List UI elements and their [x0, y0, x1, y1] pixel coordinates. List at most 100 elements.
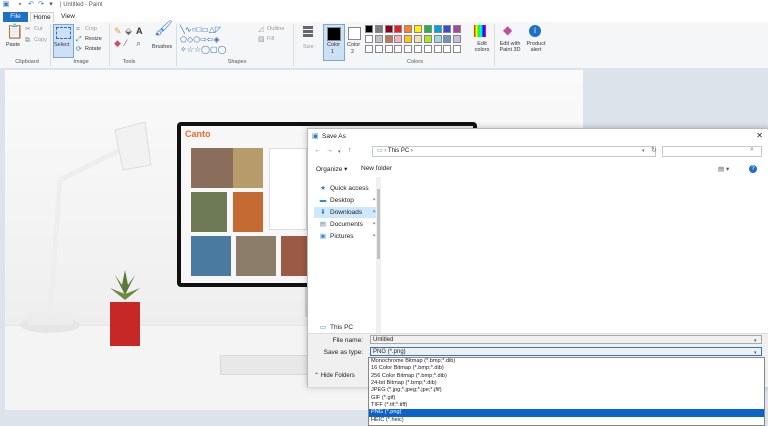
color-swatch[interactable]: [374, 25, 383, 33]
copy-button[interactable]: Copy: [34, 37, 47, 43]
crop-icon[interactable]: ⌗: [76, 25, 80, 35]
resize-button[interactable]: Resize: [85, 36, 102, 42]
address-dropdown-icon[interactable]: ▾: [642, 148, 645, 154]
nav-this-pc[interactable]: ▭ This PC: [314, 322, 378, 333]
file-type-option[interactable]: Monochrome Bitmap (*.bmp;*.dib): [369, 358, 764, 365]
magnifier-icon[interactable]: ⌕: [136, 38, 141, 48]
edit-paint3d-button[interactable]: Edit with Paint 3D: [496, 41, 524, 53]
help-icon[interactable]: ?: [749, 165, 757, 173]
address-bar[interactable]: ▭ › This PC ›: [372, 146, 656, 157]
color-swatch[interactable]: [433, 25, 442, 33]
custom-color-swatch[interactable]: [433, 45, 442, 53]
paint3d-icon[interactable]: ◆: [503, 24, 512, 36]
color2-swatch[interactable]: [348, 27, 361, 40]
color-swatch[interactable]: [453, 35, 462, 43]
color-swatch[interactable]: [365, 35, 373, 43]
undo-icon[interactable]: ↶: [27, 1, 35, 9]
color-swatch[interactable]: [423, 35, 432, 43]
file-type-option[interactable]: HEIC (*.heic): [369, 417, 764, 424]
outline-icon[interactable]: ◿: [258, 25, 263, 35]
edit-colors-icon[interactable]: [474, 25, 486, 37]
nav-documents[interactable]: ▤ Documents: [314, 219, 378, 230]
color-swatch[interactable]: [365, 25, 373, 33]
select-icon[interactable]: [56, 27, 71, 39]
view-options-icon[interactable]: ▤ ▾: [718, 165, 729, 173]
back-arrow-icon[interactable]: ←: [314, 147, 321, 154]
fill-button[interactable]: Fill: [267, 36, 274, 42]
info-icon[interactable]: i: [529, 25, 541, 37]
brushes-icon[interactable]: 🖌: [154, 21, 173, 36]
file-name-input[interactable]: Untitled: [370, 335, 762, 344]
size-icon[interactable]: ▬ ▬ ▬: [300, 22, 316, 40]
file-type-option[interactable]: JPEG (*.jpg;*.jpeg;*.jpe;*.jfif): [369, 387, 764, 394]
eraser-icon[interactable]: ◆: [114, 38, 121, 48]
copy-icon[interactable]: ⧉: [25, 36, 30, 46]
shapes-gallery-icon[interactable]: ╲∿○□▭△◸ ⬠◇⬡⇨⇦◈ ✧☆☆◯▢◯: [180, 25, 255, 55]
cut-button[interactable]: Cut: [34, 26, 43, 32]
custom-color-swatch[interactable]: [443, 45, 452, 53]
file-tab[interactable]: File: [3, 12, 28, 22]
select-button[interactable]: Select: [54, 42, 69, 48]
paste-button[interactable]: Paste: [6, 42, 20, 48]
custom-color-swatch[interactable]: [394, 45, 403, 53]
size-button[interactable]: Size: [303, 44, 314, 50]
color-swatch[interactable]: [433, 35, 442, 43]
color-swatch[interactable]: [443, 35, 452, 43]
custom-color-swatch[interactable]: [374, 45, 383, 53]
color2-label[interactable]: Color: [347, 42, 360, 48]
color-swatch[interactable]: [394, 25, 403, 33]
paste-icon[interactable]: 📋: [6, 24, 23, 38]
nav-quick-access[interactable]: ★ Quick access: [314, 183, 378, 194]
forward-arrow-icon[interactable]: →: [326, 147, 333, 154]
custom-color-swatch[interactable]: [414, 45, 422, 53]
custom-color-swatch[interactable]: [423, 45, 432, 53]
file-type-option[interactable]: 24-bit Bitmap (*.bmp;*.dib): [369, 380, 764, 387]
color-swatch[interactable]: [404, 25, 413, 33]
color-swatch[interactable]: [423, 25, 432, 33]
file-type-option[interactable]: GIF (*.gif): [369, 395, 764, 402]
color-swatch[interactable]: [414, 25, 422, 33]
refresh-icon[interactable]: ↻: [651, 146, 657, 154]
custom-color-swatch[interactable]: [365, 45, 373, 53]
color-swatch[interactable]: [384, 25, 393, 33]
save-icon[interactable]: ▪: [16, 1, 24, 9]
up-arrow-icon[interactable]: ↑: [348, 147, 352, 154]
custom-color-swatch[interactable]: [384, 45, 393, 53]
cut-icon[interactable]: ✂: [25, 25, 31, 35]
color-swatch[interactable]: [404, 35, 413, 43]
close-icon[interactable]: ✕: [756, 131, 763, 140]
fill-icon[interactable]: ⬙: [125, 26, 132, 36]
text-icon[interactable]: A: [136, 26, 143, 36]
color-swatch[interactable]: [453, 25, 462, 33]
nav-downloads[interactable]: ⬇ Downloads: [314, 207, 378, 218]
color-swatch[interactable]: [443, 25, 452, 33]
search-input[interactable]: [662, 146, 762, 157]
file-name-dropdown-icon[interactable]: ▾: [754, 336, 757, 346]
recent-locations-icon[interactable]: ▾: [338, 149, 341, 155]
redo-icon[interactable]: ↷: [37, 1, 45, 9]
hide-folders-button[interactable]: ⌃ Hide Folders: [314, 372, 355, 379]
nav-desktop[interactable]: ▬ Desktop: [314, 195, 378, 206]
organize-button[interactable]: Organize ▾: [316, 165, 347, 173]
file-type-option[interactable]: 256 Color Bitmap (*.bmp;*.dib): [369, 373, 764, 380]
resize-icon[interactable]: ⤢: [76, 35, 82, 45]
save-type-select[interactable]: PNG (*.png): [370, 347, 762, 356]
nav-scrollbar-thumb[interactable]: [377, 189, 380, 259]
color-swatch[interactable]: [414, 35, 422, 43]
outline-button[interactable]: Outline: [267, 26, 284, 32]
custom-color-swatch[interactable]: [404, 45, 413, 53]
custom-color-swatch[interactable]: [453, 45, 462, 53]
rotate-button[interactable]: Rotate: [85, 46, 101, 52]
customize-toolbar-icon[interactable]: ▾: [47, 1, 55, 9]
brushes-button[interactable]: Brushes: [152, 44, 172, 50]
view-tab[interactable]: View: [58, 12, 78, 22]
color-swatch[interactable]: [394, 35, 403, 43]
nav-pictures[interactable]: ▣ Pictures: [314, 231, 378, 242]
product-alert-button[interactable]: Product alert: [525, 41, 547, 53]
pencil-icon[interactable]: ✎: [114, 26, 122, 36]
edit-colors-button[interactable]: Edit colors: [472, 41, 492, 53]
file-type-option[interactable]: 16 Color Bitmap (*.bmp;*.dib): [369, 365, 764, 372]
file-type-option[interactable]: PNG (*.png): [369, 409, 764, 417]
color-swatch[interactable]: [374, 35, 383, 43]
shape-fill-icon[interactable]: ▨: [258, 35, 265, 45]
